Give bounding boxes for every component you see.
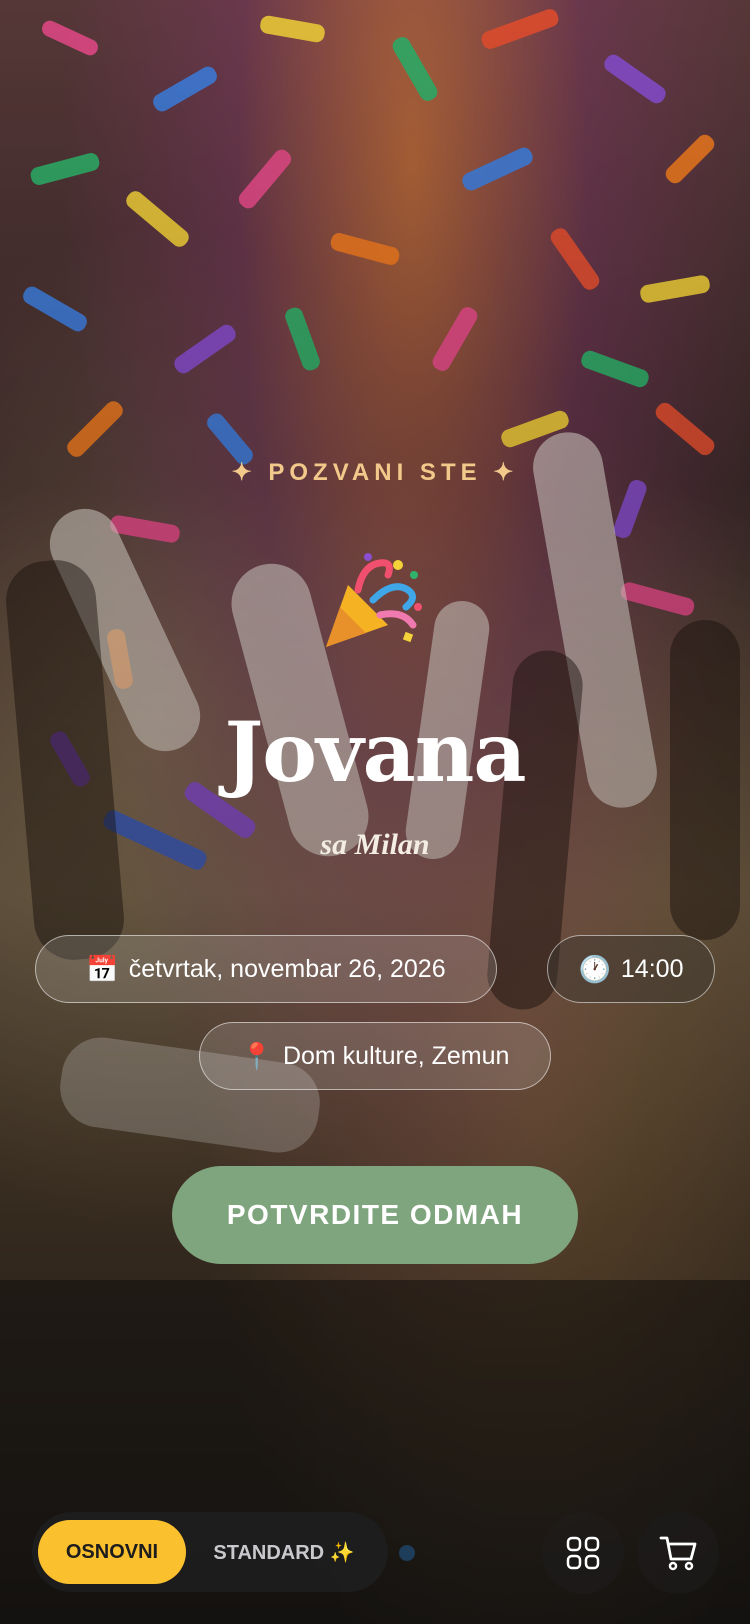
confirm-rsvp-button[interactable]: POTVRDITE ODMAH [172,1166,578,1264]
location-pill: 📍 Dom kulture, Zemun [199,1022,551,1090]
grid-icon [566,1536,600,1570]
invite-eyebrow: ✦ POZVANI STE ✦ [231,459,519,486]
date-text: četvrtak, novembar 26, 2026 [128,954,446,983]
clock-icon: 🕐 [578,953,611,984]
tier-standard-option[interactable]: STANDARD ✨ [186,1520,382,1584]
party-popper-icon [326,553,422,647]
invitation-screen: ✦ POZVANI STE ✦ Jovana sa Milan 📅 četvrt… [0,0,750,1624]
tier-basic-option[interactable]: OSNOVNI [38,1520,186,1584]
calendar-icon: 📅 [86,953,119,984]
location-text: Dom kulture, Zemun [282,1041,510,1070]
time-pill: 🕐 14:00 [547,935,715,1003]
cart-icon [659,1536,697,1571]
location-pin-icon: 📍 [240,1040,273,1071]
host-name: Jovana [224,705,526,801]
grid-button[interactable] [542,1512,624,1594]
date-pill: 📅 četvrtak, novembar 26, 2026 [35,935,497,1003]
cart-button[interactable] [637,1512,719,1594]
time-text: 14:00 [620,954,684,983]
background-overlay [0,0,750,1624]
tier-switch: OSNOVNI STANDARD ✨ [32,1512,388,1592]
status-dot [399,1545,415,1561]
partner-name: sa Milan [320,828,430,861]
